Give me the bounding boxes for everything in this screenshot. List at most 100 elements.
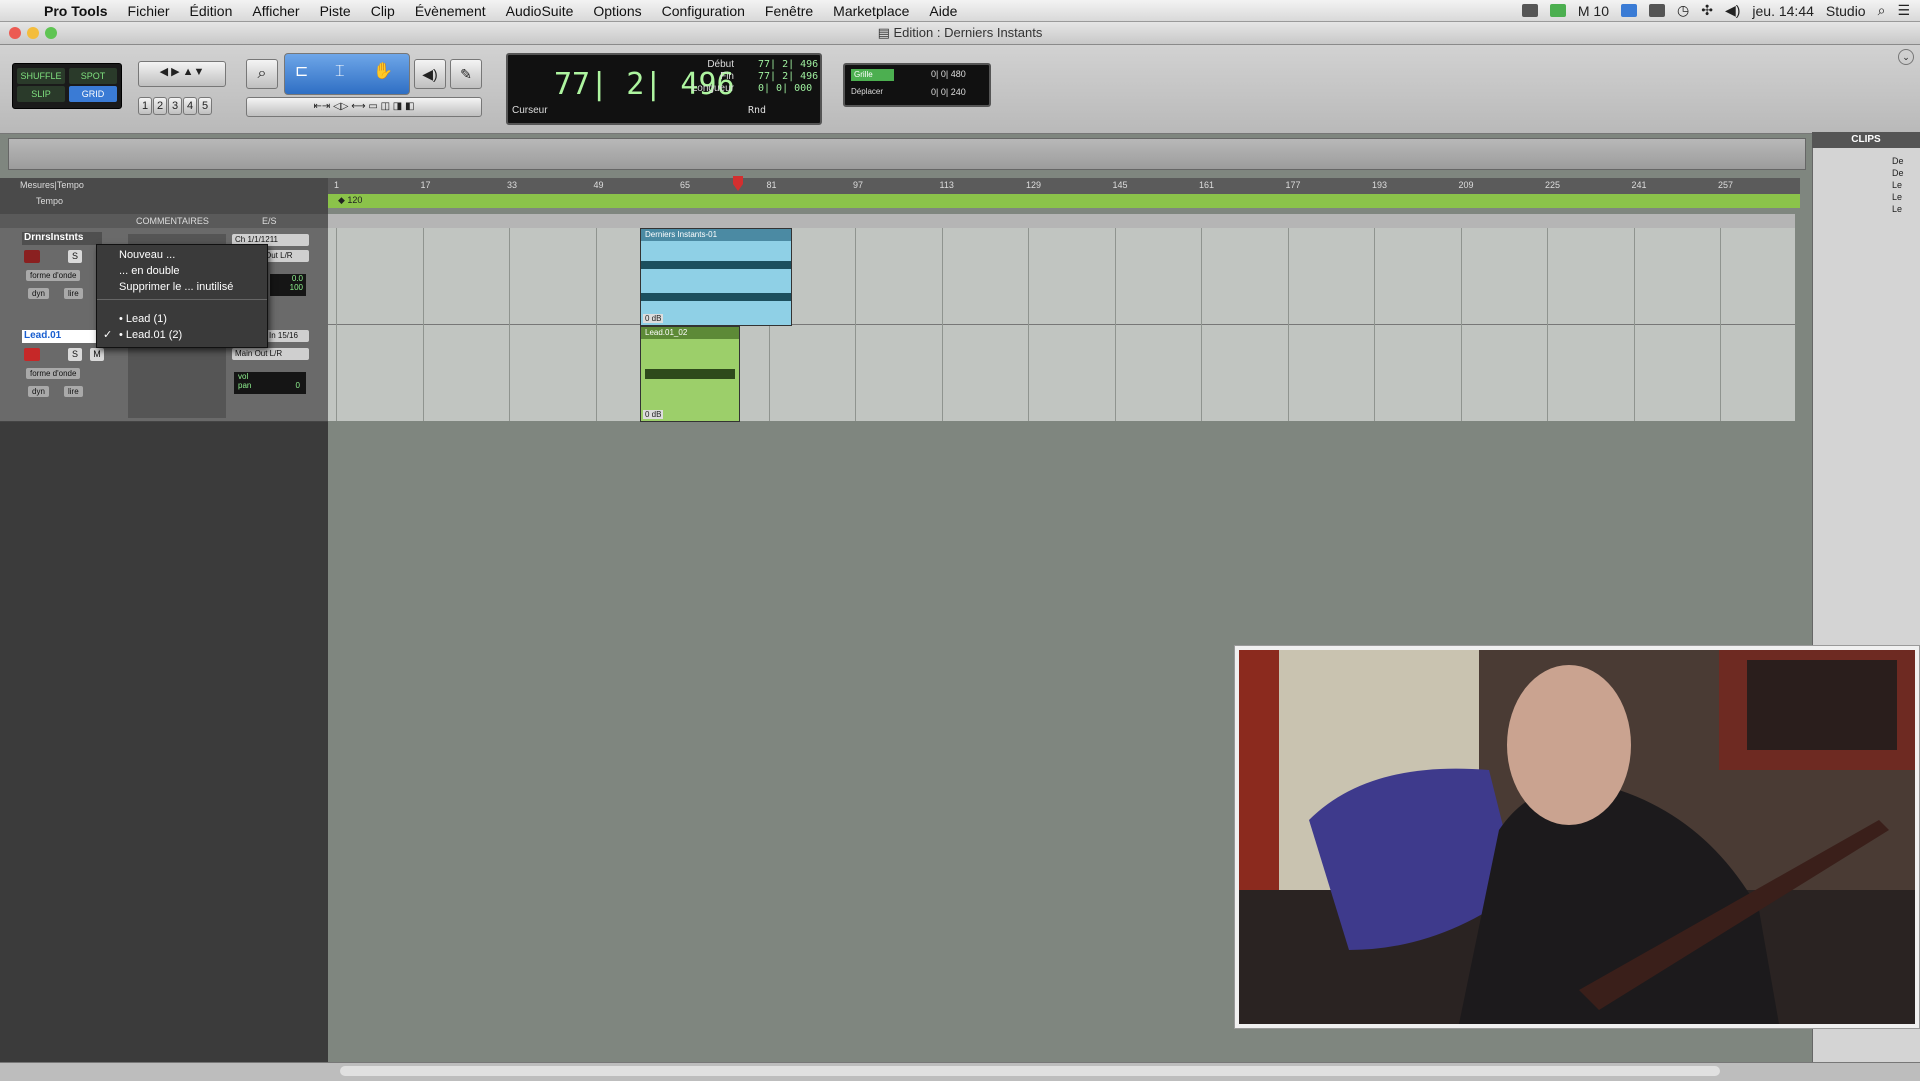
playlist-lanes[interactable] [328,228,1795,421]
rnd-button[interactable]: Rnd [748,105,766,116]
grid-value[interactable]: 0| 0| 480 [931,69,966,79]
mute-button[interactable]: M [90,348,104,361]
menu-app[interactable]: Pro Tools [34,3,118,19]
menu-item-en-double[interactable]: ... en double [119,265,180,277]
zoom-buttons[interactable]: ◀ ▶ ▲▼ [138,61,226,87]
menu-evenement[interactable]: Évènement [405,3,496,19]
clock[interactable]: jeu. 14:44 [1752,3,1814,19]
solo-button[interactable]: S [68,250,82,263]
clip-gain[interactable]: 0 dB [643,410,664,419]
pencil-tool-icon[interactable]: ✎ [450,59,482,89]
bars-beats-ruler[interactable]: 1 17 33 49 65 81 97 113 129 145 161 177 193 209 225 241… [328,178,1800,194]
camera-icon[interactable] [1521,4,1538,17]
zoom-preset-4[interactable]: 4 [183,97,197,115]
volume-pan-display[interactable]: 0.0 100 [270,274,306,296]
menu-fenetre[interactable]: Fenêtre [755,3,823,19]
menu-options[interactable]: Options [583,3,651,19]
clip-gain[interactable]: 0 dB [643,314,664,323]
menu-configuration[interactable]: Configuration [652,3,755,19]
mode-shuffle[interactable]: SHUFFLE [17,68,65,84]
zoom-preset-5[interactable]: 5 [198,97,212,115]
track-name[interactable]: Lead.01 [22,330,102,343]
automation-dyn[interactable]: dyn [28,288,49,299]
menu-aide[interactable]: Aide [919,3,967,19]
zoomer-tool-icon[interactable]: ⌕ [246,59,278,89]
menu-item-supprimer[interactable]: Supprimer le ... inutilisé [119,281,233,293]
zoom-preset-3[interactable]: 3 [168,97,182,115]
grid-button[interactable]: Grille [851,69,894,81]
bluetooth-icon[interactable]: ✣ [1701,2,1713,19]
edit-function-buttons[interactable]: ⇤⇥ ◁▷ ⟷ ▭ ◫ ◨ ◧ [246,97,482,117]
column-comments[interactable]: COMMENTAIRES [136,216,209,226]
display-icon[interactable] [1649,4,1665,17]
universe-strip[interactable] [8,138,1806,170]
menu-item-lead01-2[interactable]: • Lead.01 (2) [119,329,182,341]
list-icon[interactable]: ☰ [1897,2,1910,19]
track-view-selector[interactable]: forme d'onde [26,270,81,281]
grid-line [509,228,510,421]
ruler-label-main[interactable]: Mesures|Tempo [20,180,84,190]
record-enable-button[interactable] [24,348,40,361]
spotlight-icon[interactable]: ⌕ [1878,2,1886,19]
nudge-value[interactable]: 0| 0| 240 [931,87,966,97]
menu-item-lead-1[interactable]: • Lead (1) [119,313,167,325]
mode-spot[interactable]: SPOT [69,68,117,84]
menu-audiosuite[interactable]: AudioSuite [496,3,584,19]
scrubber-tool-icon[interactable]: ◀) [414,59,446,89]
grabber-tool-icon[interactable]: ✋ [373,62,393,82]
menu-edition[interactable]: Édition [180,3,243,19]
horizontal-scrollbar[interactable] [0,1062,1920,1081]
solo-button[interactable]: S [68,348,82,361]
clip-list-item[interactable]: Le [1892,192,1902,202]
counter-end[interactable]: 77| 2| 496 [758,71,818,82]
network-icon[interactable] [1621,4,1637,17]
counter-length[interactable]: 0| 0| 000 [758,83,812,94]
counter-start[interactable]: 77| 2| 496 [758,59,818,70]
clip-derniers-instants[interactable]: Derniers Instants-01 0 dB [640,228,792,326]
output-selector[interactable]: Out L/R [262,250,309,262]
selector-tool-icon[interactable]: ⌶ [335,62,345,82]
record-enable-button[interactable] [24,250,40,263]
clip-list-item[interactable]: Le [1892,204,1902,214]
output-selector[interactable]: Main Out L/R [232,348,309,360]
column-io[interactable]: E/S [262,216,277,226]
window-title: ▤ Edition : Derniers Instants [877,25,1043,40]
tempo-marker[interactable]: ◆ 120 [338,195,362,206]
playhead-marker[interactable] [731,176,745,192]
automation-lire[interactable]: lire [64,386,83,397]
mode-grid[interactable]: GRID [69,86,117,102]
menu-piste[interactable]: Piste [310,3,361,19]
scroll-thumb[interactable] [340,1066,1720,1076]
clip-list-item[interactable]: De [1892,156,1904,166]
volume-pan-display[interactable]: vol pan 0 [234,372,306,394]
volume-icon[interactable]: ◀) [1725,2,1740,19]
menu-item-nouveau[interactable]: Nouveau ... [119,249,175,261]
menu-clip[interactable]: Clip [361,3,405,19]
track-name[interactable]: DrnrsInstnts [22,232,102,245]
mode-slip[interactable]: SLIP [17,86,65,102]
clips-panel-title[interactable]: CLIPS [1812,132,1920,148]
input-selector[interactable]: In 15/16 [266,330,309,342]
track-view-selector[interactable]: forme d'onde [26,368,81,379]
ruler-label-tempo[interactable]: Tempo [36,196,63,206]
smart-tool[interactable]: ⊏ ⌶ ✋ [284,53,410,95]
clip-list-item[interactable]: De [1892,168,1904,178]
ruler-tick: 65 [680,180,691,190]
zoom-preset-1[interactable]: 1 [138,97,152,115]
tempo-ruler[interactable]: ◆ 120 [328,194,1800,208]
menu-marketplace[interactable]: Marketplace [823,3,919,19]
menu-afficher[interactable]: Afficher [242,3,309,19]
clip-lead01-02[interactable]: Lead.01_02 0 dB [640,326,740,422]
automation-lire[interactable]: lire [64,288,83,299]
time-machine-icon[interactable]: ◷ [1677,2,1689,19]
clip-list-item[interactable]: Le [1892,180,1902,190]
nudge-label[interactable]: Déplacer [851,87,883,96]
expand-icon[interactable]: ⌄ [1898,49,1914,65]
sync-icon[interactable] [1549,4,1566,17]
trim-tool-icon[interactable]: ⊏ [295,62,308,82]
zoom-preset-2[interactable]: 2 [153,97,167,115]
user-name[interactable]: Studio [1826,3,1866,19]
menu-fichier[interactable]: Fichier [118,3,180,19]
menu-counter[interactable]: M 10 [1578,3,1609,19]
automation-dyn[interactable]: dyn [28,386,49,397]
